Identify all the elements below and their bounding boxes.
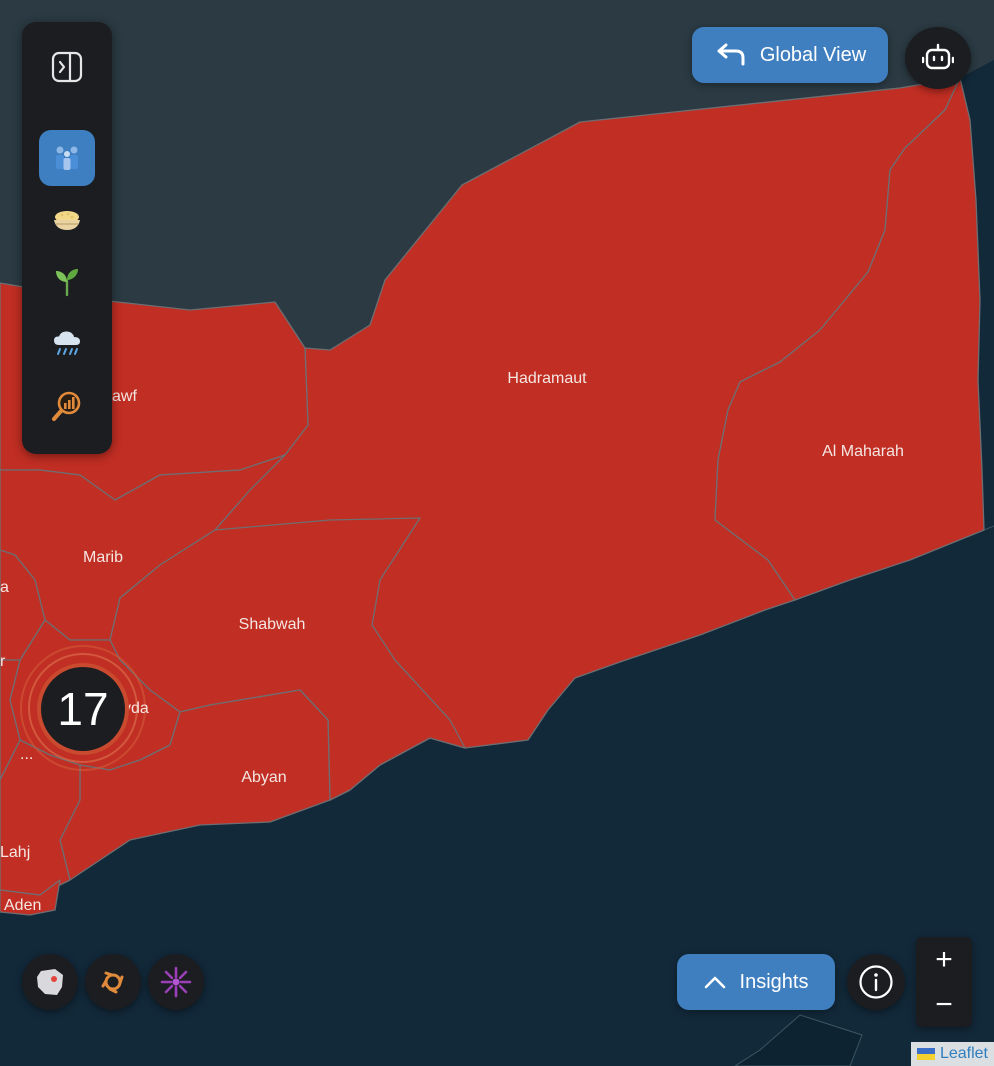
global-view-label: Global View xyxy=(759,43,867,66)
insights-label: Insights xyxy=(739,970,809,993)
analytics-search-icon xyxy=(52,391,81,421)
food-bowl-icon xyxy=(54,211,80,230)
ukraine-flag-icon xyxy=(916,1048,935,1060)
region-label-aden: Aden xyxy=(4,897,41,914)
conflict-layer-button[interactable] xyxy=(148,954,204,1010)
layer-toolbar xyxy=(22,22,112,454)
population-layer-button[interactable] xyxy=(39,130,95,186)
robot-icon xyxy=(922,43,954,70)
global-view-button[interactable]: Global View xyxy=(692,27,888,83)
analytics-layer-button[interactable] xyxy=(39,378,95,434)
population-icon xyxy=(56,146,78,170)
leaflet-link[interactable]: Leaflet xyxy=(940,1045,988,1063)
zoom-control: + − xyxy=(916,937,972,1027)
map-canvas[interactable]: Hadramaut Al Maharah Marib Shabwah Abyan… xyxy=(0,0,994,1066)
zoom-in-button[interactable]: + xyxy=(916,937,972,982)
info-button[interactable] xyxy=(847,954,905,1010)
undo-arrow-icon xyxy=(717,43,745,66)
region-label-shabwah: Shabwah xyxy=(239,616,306,633)
hazard-spiral-icon xyxy=(101,971,124,994)
agriculture-layer-button[interactable] xyxy=(39,254,95,310)
hazard-layer-button[interactable] xyxy=(85,954,141,1010)
region-label-al-maharah: Al Maharah xyxy=(822,443,904,460)
map-attribution: Leaflet xyxy=(910,1042,994,1066)
country-shape-icon xyxy=(37,969,63,995)
region-label-marib: Marib xyxy=(83,549,123,566)
food-layer-button[interactable] xyxy=(39,192,95,248)
info-icon xyxy=(859,965,893,999)
chevron-up-icon xyxy=(704,976,725,989)
region-label-west-b: r xyxy=(0,653,6,670)
region-lahj[interactable] xyxy=(0,739,81,896)
insights-button[interactable]: Insights xyxy=(677,954,835,1010)
conflict-burst-icon xyxy=(160,966,192,998)
country-layer-button[interactable] xyxy=(22,954,78,1010)
sidebar-toggle-icon xyxy=(51,51,83,83)
climate-layer-button[interactable] xyxy=(39,316,95,372)
chatbot-button[interactable] xyxy=(905,27,971,89)
cluster-count: 17 xyxy=(57,683,109,735)
region-label-lahj: Lahj xyxy=(0,844,30,861)
cluster-marker[interactable]: 17 xyxy=(35,661,131,757)
region-label-west-a: a xyxy=(0,579,9,596)
seedling-icon xyxy=(56,269,78,297)
region-label-ellipsis: ... xyxy=(20,746,33,763)
region-label-al-jawf: awf xyxy=(112,388,137,405)
sidebar-toggle-button[interactable] xyxy=(39,39,95,95)
zoom-out-button[interactable]: − xyxy=(916,982,972,1027)
region-label-hadramaut: Hadramaut xyxy=(507,370,587,387)
rain-cloud-icon xyxy=(54,331,80,355)
region-label-abyan: Abyan xyxy=(241,769,286,786)
